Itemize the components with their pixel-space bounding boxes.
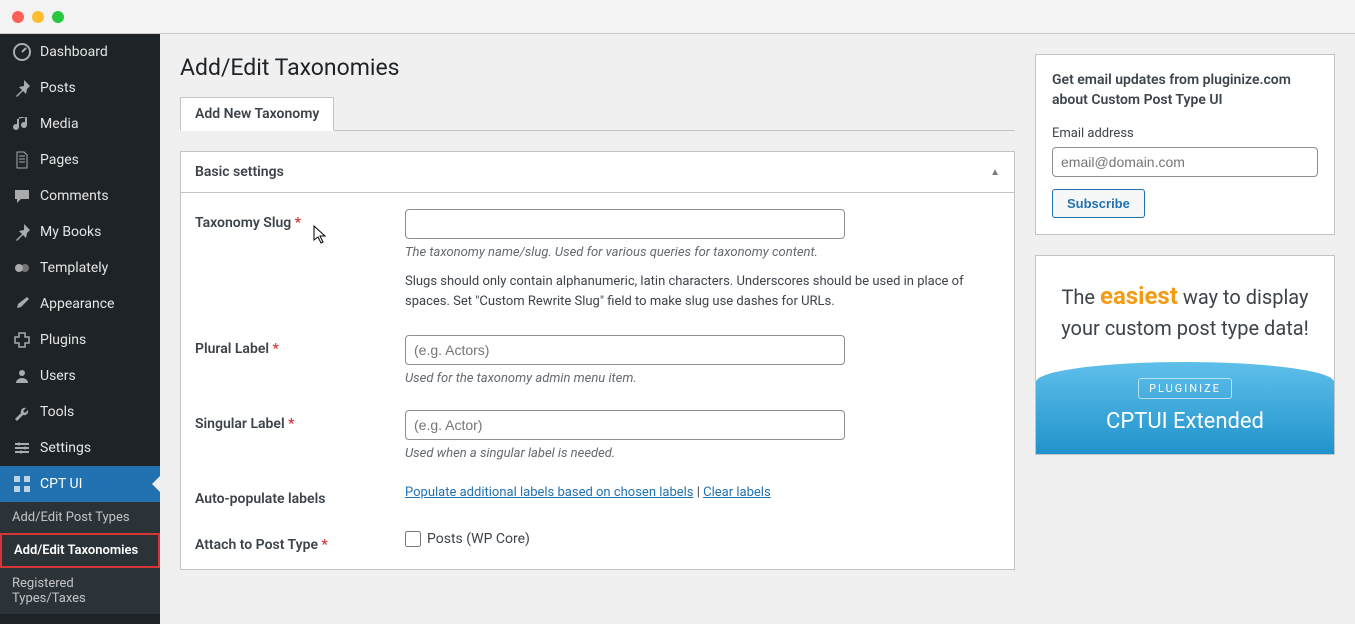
comment-icon	[12, 186, 32, 206]
sidebar-label: CPT UI	[40, 476, 82, 492]
promo-banner: PLUGINIZE CPTUI Extended	[1036, 362, 1334, 454]
sidebar-label: My Books	[40, 224, 101, 240]
email-label: Email address	[1052, 126, 1318, 141]
brush-icon	[12, 294, 32, 314]
sidebar-item-plugins[interactable]: Plugins	[0, 322, 160, 358]
link-separator: |	[694, 485, 704, 500]
sidebar-sub-taxonomies[interactable]: Add/Edit Taxonomies	[0, 533, 160, 568]
label-attach: Attach to Post Type *	[195, 531, 405, 553]
panel-header[interactable]: Basic settings ▲	[181, 152, 1014, 193]
close-window-button[interactable]	[12, 11, 24, 23]
tab-add-new[interactable]: Add New Taxonomy	[180, 97, 334, 131]
sidebar-item-users[interactable]: Users	[0, 358, 160, 394]
media-icon	[12, 114, 32, 134]
tab-wrapper: Add New Taxonomy	[180, 97, 1015, 131]
plugin-icon	[12, 330, 32, 350]
plural-description: Used for the taxonomy admin menu item.	[405, 371, 1000, 386]
sidebar-label: Media	[40, 116, 79, 132]
promo-highlight: easiest	[1100, 282, 1178, 310]
sidebar-label: Tools	[40, 404, 74, 420]
sidebar-label: Appearance	[40, 296, 114, 312]
templately-icon	[12, 258, 32, 278]
sidebar-item-tools[interactable]: Tools	[0, 394, 160, 430]
required-marker: *	[288, 416, 294, 432]
subscribe-button[interactable]: Subscribe	[1052, 189, 1145, 218]
attach-option-label: Posts (WP Core)	[427, 531, 530, 547]
required-marker: *	[295, 215, 301, 231]
sidebar-item-cptui[interactable]: CPT UI	[0, 466, 160, 502]
dashboard-icon	[12, 42, 32, 62]
label-taxonomy-slug: Taxonomy Slug *	[195, 209, 405, 311]
sidebar-item-comments[interactable]: Comments	[0, 178, 160, 214]
promo-brand: PLUGINIZE	[1138, 378, 1232, 399]
sidebar-sub-post-types[interactable]: Add/Edit Post Types	[0, 502, 160, 533]
email-input[interactable]	[1052, 147, 1318, 177]
plural-label-input[interactable]	[405, 335, 845, 365]
settings-icon	[12, 438, 32, 458]
cptui-icon	[12, 474, 32, 494]
singular-description: Used when a singular label is needed.	[405, 446, 1000, 461]
panel-basic-settings: Basic settings ▲ Taxonomy Slug * The tax…	[180, 151, 1015, 570]
page-icon	[12, 150, 32, 170]
required-marker: *	[321, 537, 327, 553]
sidebar-item-mybooks[interactable]: My Books	[0, 214, 160, 250]
singular-label-input[interactable]	[405, 410, 845, 440]
collapse-icon: ▲	[990, 167, 1000, 178]
populate-labels-link[interactable]: Populate additional labels based on chos…	[405, 485, 694, 500]
promo-card: The easiest way to display your custom p…	[1035, 255, 1335, 455]
label-singular: Singular Label *	[195, 410, 405, 461]
clear-labels-link[interactable]: Clear labels	[703, 485, 771, 500]
promo-title: CPTUI Extended	[1036, 409, 1334, 434]
slug-description: The taxonomy name/slug. Used for various…	[405, 245, 1000, 260]
cursor-icon	[313, 225, 329, 245]
minimize-window-button[interactable]	[32, 11, 44, 23]
page-title: Add/Edit Taxonomies	[180, 54, 1015, 81]
subscribe-card: Get email updates from pluginize.com abo…	[1035, 54, 1335, 235]
slug-help: Slugs should only contain alphanumeric, …	[405, 272, 985, 311]
maximize-window-button[interactable]	[52, 11, 64, 23]
sidebar-label: Pages	[40, 152, 79, 168]
taxonomy-slug-input[interactable]	[405, 209, 845, 239]
admin-sidebar: Dashboard Posts Media Pages Comments My …	[0, 34, 160, 624]
pin-icon	[12, 78, 32, 98]
sidebar-label: Dashboard	[40, 44, 108, 60]
subscribe-title: Get email updates from pluginize.com abo…	[1052, 71, 1318, 110]
sidebar-item-templately[interactable]: Templately	[0, 250, 160, 286]
panel-title: Basic settings	[195, 164, 284, 180]
sidebar-label: Templately	[40, 260, 108, 276]
label-plural: Plural Label *	[195, 335, 405, 386]
attach-posts-checkbox[interactable]	[405, 531, 421, 547]
sidebar-item-pages[interactable]: Pages	[0, 142, 160, 178]
label-auto-populate: Auto-populate labels	[195, 485, 405, 507]
user-icon	[12, 366, 32, 386]
sidebar-item-settings[interactable]: Settings	[0, 430, 160, 466]
sidebar-item-posts[interactable]: Posts	[0, 70, 160, 106]
sidebar-sub-registered[interactable]: Registered Types/Taxes	[0, 568, 160, 614]
sidebar-label: Plugins	[40, 332, 86, 348]
window-titlebar	[0, 0, 1355, 34]
promo-text: The easiest way to display your custom p…	[1052, 280, 1318, 342]
sidebar-label: Posts	[40, 80, 76, 96]
sidebar-item-media[interactable]: Media	[0, 106, 160, 142]
sidebar-label: Settings	[40, 440, 91, 456]
required-marker: *	[273, 341, 279, 357]
sidebar-label: Comments	[40, 188, 109, 204]
pin-icon	[12, 222, 32, 242]
sidebar-item-appearance[interactable]: Appearance	[0, 286, 160, 322]
wrench-icon	[12, 402, 32, 422]
sidebar-label: Users	[40, 368, 76, 384]
sidebar-item-dashboard[interactable]: Dashboard	[0, 34, 160, 70]
